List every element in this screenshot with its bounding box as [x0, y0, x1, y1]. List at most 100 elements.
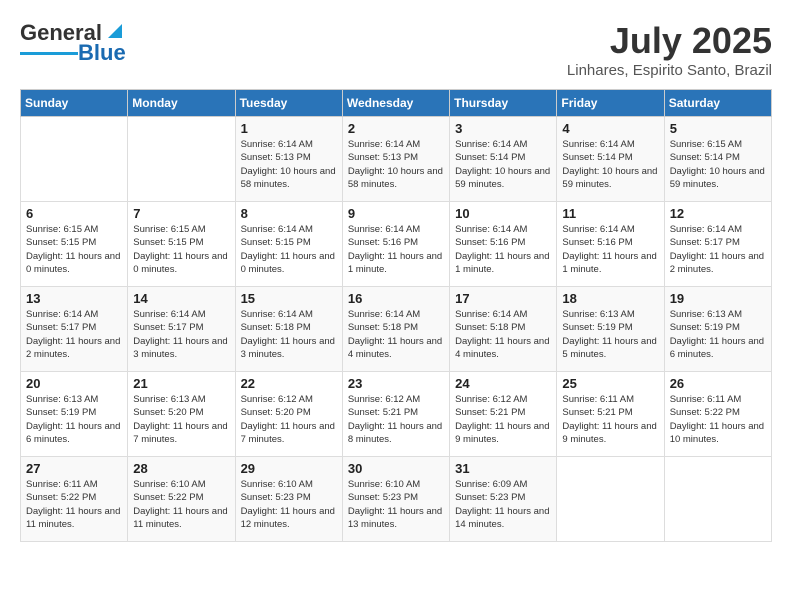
day-number: 21	[133, 376, 229, 391]
calendar-cell: 18 Sunrise: 6:13 AMSunset: 5:19 PMDaylig…	[557, 287, 664, 372]
day-number: 25	[562, 376, 658, 391]
day-number: 11	[562, 206, 658, 221]
day-info: Sunrise: 6:14 AMSunset: 5:15 PMDaylight:…	[241, 223, 337, 276]
header-tuesday: Tuesday	[235, 90, 342, 117]
day-info: Sunrise: 6:13 AMSunset: 5:19 PMDaylight:…	[670, 308, 766, 361]
calendar-cell: 30 Sunrise: 6:10 AMSunset: 5:23 PMDaylig…	[342, 457, 449, 542]
day-number: 7	[133, 206, 229, 221]
day-number: 22	[241, 376, 337, 391]
day-number: 12	[670, 206, 766, 221]
day-number: 30	[348, 461, 444, 476]
subtitle: Linhares, Espirito Santo, Brazil	[567, 62, 772, 79]
day-number: 20	[26, 376, 122, 391]
logo: General Blue	[20, 20, 126, 66]
calendar-week-3: 13 Sunrise: 6:14 AMSunset: 5:17 PMDaylig…	[21, 287, 772, 372]
day-info: Sunrise: 6:14 AMSunset: 5:17 PMDaylight:…	[26, 308, 122, 361]
day-info: Sunrise: 6:13 AMSunset: 5:19 PMDaylight:…	[562, 308, 658, 361]
day-number: 24	[455, 376, 551, 391]
calendar-cell: 10 Sunrise: 6:14 AMSunset: 5:16 PMDaylig…	[450, 202, 557, 287]
header-sunday: Sunday	[21, 90, 128, 117]
day-number: 29	[241, 461, 337, 476]
calendar-cell	[557, 457, 664, 542]
day-info: Sunrise: 6:14 AMSunset: 5:18 PMDaylight:…	[455, 308, 551, 361]
calendar-cell: 6 Sunrise: 6:15 AMSunset: 5:15 PMDayligh…	[21, 202, 128, 287]
calendar-cell: 11 Sunrise: 6:14 AMSunset: 5:16 PMDaylig…	[557, 202, 664, 287]
calendar-cell: 9 Sunrise: 6:14 AMSunset: 5:16 PMDayligh…	[342, 202, 449, 287]
page-header: General Blue July 2025 Linhares, Espirit…	[20, 20, 772, 79]
calendar-cell: 23 Sunrise: 6:12 AMSunset: 5:21 PMDaylig…	[342, 372, 449, 457]
day-info: Sunrise: 6:13 AMSunset: 5:20 PMDaylight:…	[133, 393, 229, 446]
logo-blue: Blue	[78, 40, 126, 66]
header-thursday: Thursday	[450, 90, 557, 117]
calendar-cell: 25 Sunrise: 6:11 AMSunset: 5:21 PMDaylig…	[557, 372, 664, 457]
day-number: 4	[562, 121, 658, 136]
day-number: 15	[241, 291, 337, 306]
day-info: Sunrise: 6:10 AMSunset: 5:23 PMDaylight:…	[348, 478, 444, 531]
calendar-cell: 29 Sunrise: 6:10 AMSunset: 5:23 PMDaylig…	[235, 457, 342, 542]
title-area: July 2025 Linhares, Espirito Santo, Braz…	[567, 20, 772, 79]
day-info: Sunrise: 6:14 AMSunset: 5:16 PMDaylight:…	[455, 223, 551, 276]
day-info: Sunrise: 6:14 AMSunset: 5:16 PMDaylight:…	[562, 223, 658, 276]
day-number: 16	[348, 291, 444, 306]
day-info: Sunrise: 6:14 AMSunset: 5:13 PMDaylight:…	[348, 138, 444, 191]
calendar-cell: 31 Sunrise: 6:09 AMSunset: 5:23 PMDaylig…	[450, 457, 557, 542]
day-info: Sunrise: 6:12 AMSunset: 5:20 PMDaylight:…	[241, 393, 337, 446]
day-number: 23	[348, 376, 444, 391]
calendar-cell: 5 Sunrise: 6:15 AMSunset: 5:14 PMDayligh…	[664, 117, 771, 202]
calendar-cell: 17 Sunrise: 6:14 AMSunset: 5:18 PMDaylig…	[450, 287, 557, 372]
day-number: 8	[241, 206, 337, 221]
day-number: 1	[241, 121, 337, 136]
day-number: 27	[26, 461, 122, 476]
day-number: 5	[670, 121, 766, 136]
day-number: 19	[670, 291, 766, 306]
calendar-cell: 1 Sunrise: 6:14 AMSunset: 5:13 PMDayligh…	[235, 117, 342, 202]
header-friday: Friday	[557, 90, 664, 117]
day-info: Sunrise: 6:09 AMSunset: 5:23 PMDaylight:…	[455, 478, 551, 531]
day-info: Sunrise: 6:12 AMSunset: 5:21 PMDaylight:…	[455, 393, 551, 446]
day-number: 28	[133, 461, 229, 476]
header-saturday: Saturday	[664, 90, 771, 117]
day-info: Sunrise: 6:10 AMSunset: 5:23 PMDaylight:…	[241, 478, 337, 531]
calendar-cell: 13 Sunrise: 6:14 AMSunset: 5:17 PMDaylig…	[21, 287, 128, 372]
calendar-cell: 14 Sunrise: 6:14 AMSunset: 5:17 PMDaylig…	[128, 287, 235, 372]
day-number: 14	[133, 291, 229, 306]
calendar-cell: 28 Sunrise: 6:10 AMSunset: 5:22 PMDaylig…	[128, 457, 235, 542]
calendar-cell: 21 Sunrise: 6:13 AMSunset: 5:20 PMDaylig…	[128, 372, 235, 457]
calendar-cell: 27 Sunrise: 6:11 AMSunset: 5:22 PMDaylig…	[21, 457, 128, 542]
day-info: Sunrise: 6:14 AMSunset: 5:18 PMDaylight:…	[241, 308, 337, 361]
day-info: Sunrise: 6:11 AMSunset: 5:22 PMDaylight:…	[670, 393, 766, 446]
calendar-cell: 16 Sunrise: 6:14 AMSunset: 5:18 PMDaylig…	[342, 287, 449, 372]
calendar-cell: 15 Sunrise: 6:14 AMSunset: 5:18 PMDaylig…	[235, 287, 342, 372]
day-number: 2	[348, 121, 444, 136]
day-info: Sunrise: 6:12 AMSunset: 5:21 PMDaylight:…	[348, 393, 444, 446]
day-info: Sunrise: 6:10 AMSunset: 5:22 PMDaylight:…	[133, 478, 229, 531]
day-number: 3	[455, 121, 551, 136]
calendar-cell: 24 Sunrise: 6:12 AMSunset: 5:21 PMDaylig…	[450, 372, 557, 457]
day-info: Sunrise: 6:11 AMSunset: 5:21 PMDaylight:…	[562, 393, 658, 446]
month-title: July 2025	[567, 20, 772, 62]
calendar-week-5: 27 Sunrise: 6:11 AMSunset: 5:22 PMDaylig…	[21, 457, 772, 542]
header-monday: Monday	[128, 90, 235, 117]
calendar-cell	[664, 457, 771, 542]
calendar-cell	[128, 117, 235, 202]
day-info: Sunrise: 6:13 AMSunset: 5:19 PMDaylight:…	[26, 393, 122, 446]
day-info: Sunrise: 6:15 AMSunset: 5:14 PMDaylight:…	[670, 138, 766, 191]
day-info: Sunrise: 6:14 AMSunset: 5:14 PMDaylight:…	[562, 138, 658, 191]
day-info: Sunrise: 6:14 AMSunset: 5:18 PMDaylight:…	[348, 308, 444, 361]
calendar-cell: 26 Sunrise: 6:11 AMSunset: 5:22 PMDaylig…	[664, 372, 771, 457]
calendar-table: Sunday Monday Tuesday Wednesday Thursday…	[20, 89, 772, 542]
day-info: Sunrise: 6:14 AMSunset: 5:17 PMDaylight:…	[133, 308, 229, 361]
day-info: Sunrise: 6:15 AMSunset: 5:15 PMDaylight:…	[26, 223, 122, 276]
day-number: 6	[26, 206, 122, 221]
calendar-cell: 3 Sunrise: 6:14 AMSunset: 5:14 PMDayligh…	[450, 117, 557, 202]
day-info: Sunrise: 6:14 AMSunset: 5:14 PMDaylight:…	[455, 138, 551, 191]
calendar-week-4: 20 Sunrise: 6:13 AMSunset: 5:19 PMDaylig…	[21, 372, 772, 457]
day-number: 13	[26, 291, 122, 306]
day-number: 9	[348, 206, 444, 221]
day-number: 17	[455, 291, 551, 306]
calendar-week-1: 1 Sunrise: 6:14 AMSunset: 5:13 PMDayligh…	[21, 117, 772, 202]
calendar-cell: 22 Sunrise: 6:12 AMSunset: 5:20 PMDaylig…	[235, 372, 342, 457]
calendar-cell: 19 Sunrise: 6:13 AMSunset: 5:19 PMDaylig…	[664, 287, 771, 372]
day-number: 31	[455, 461, 551, 476]
calendar-cell: 8 Sunrise: 6:14 AMSunset: 5:15 PMDayligh…	[235, 202, 342, 287]
